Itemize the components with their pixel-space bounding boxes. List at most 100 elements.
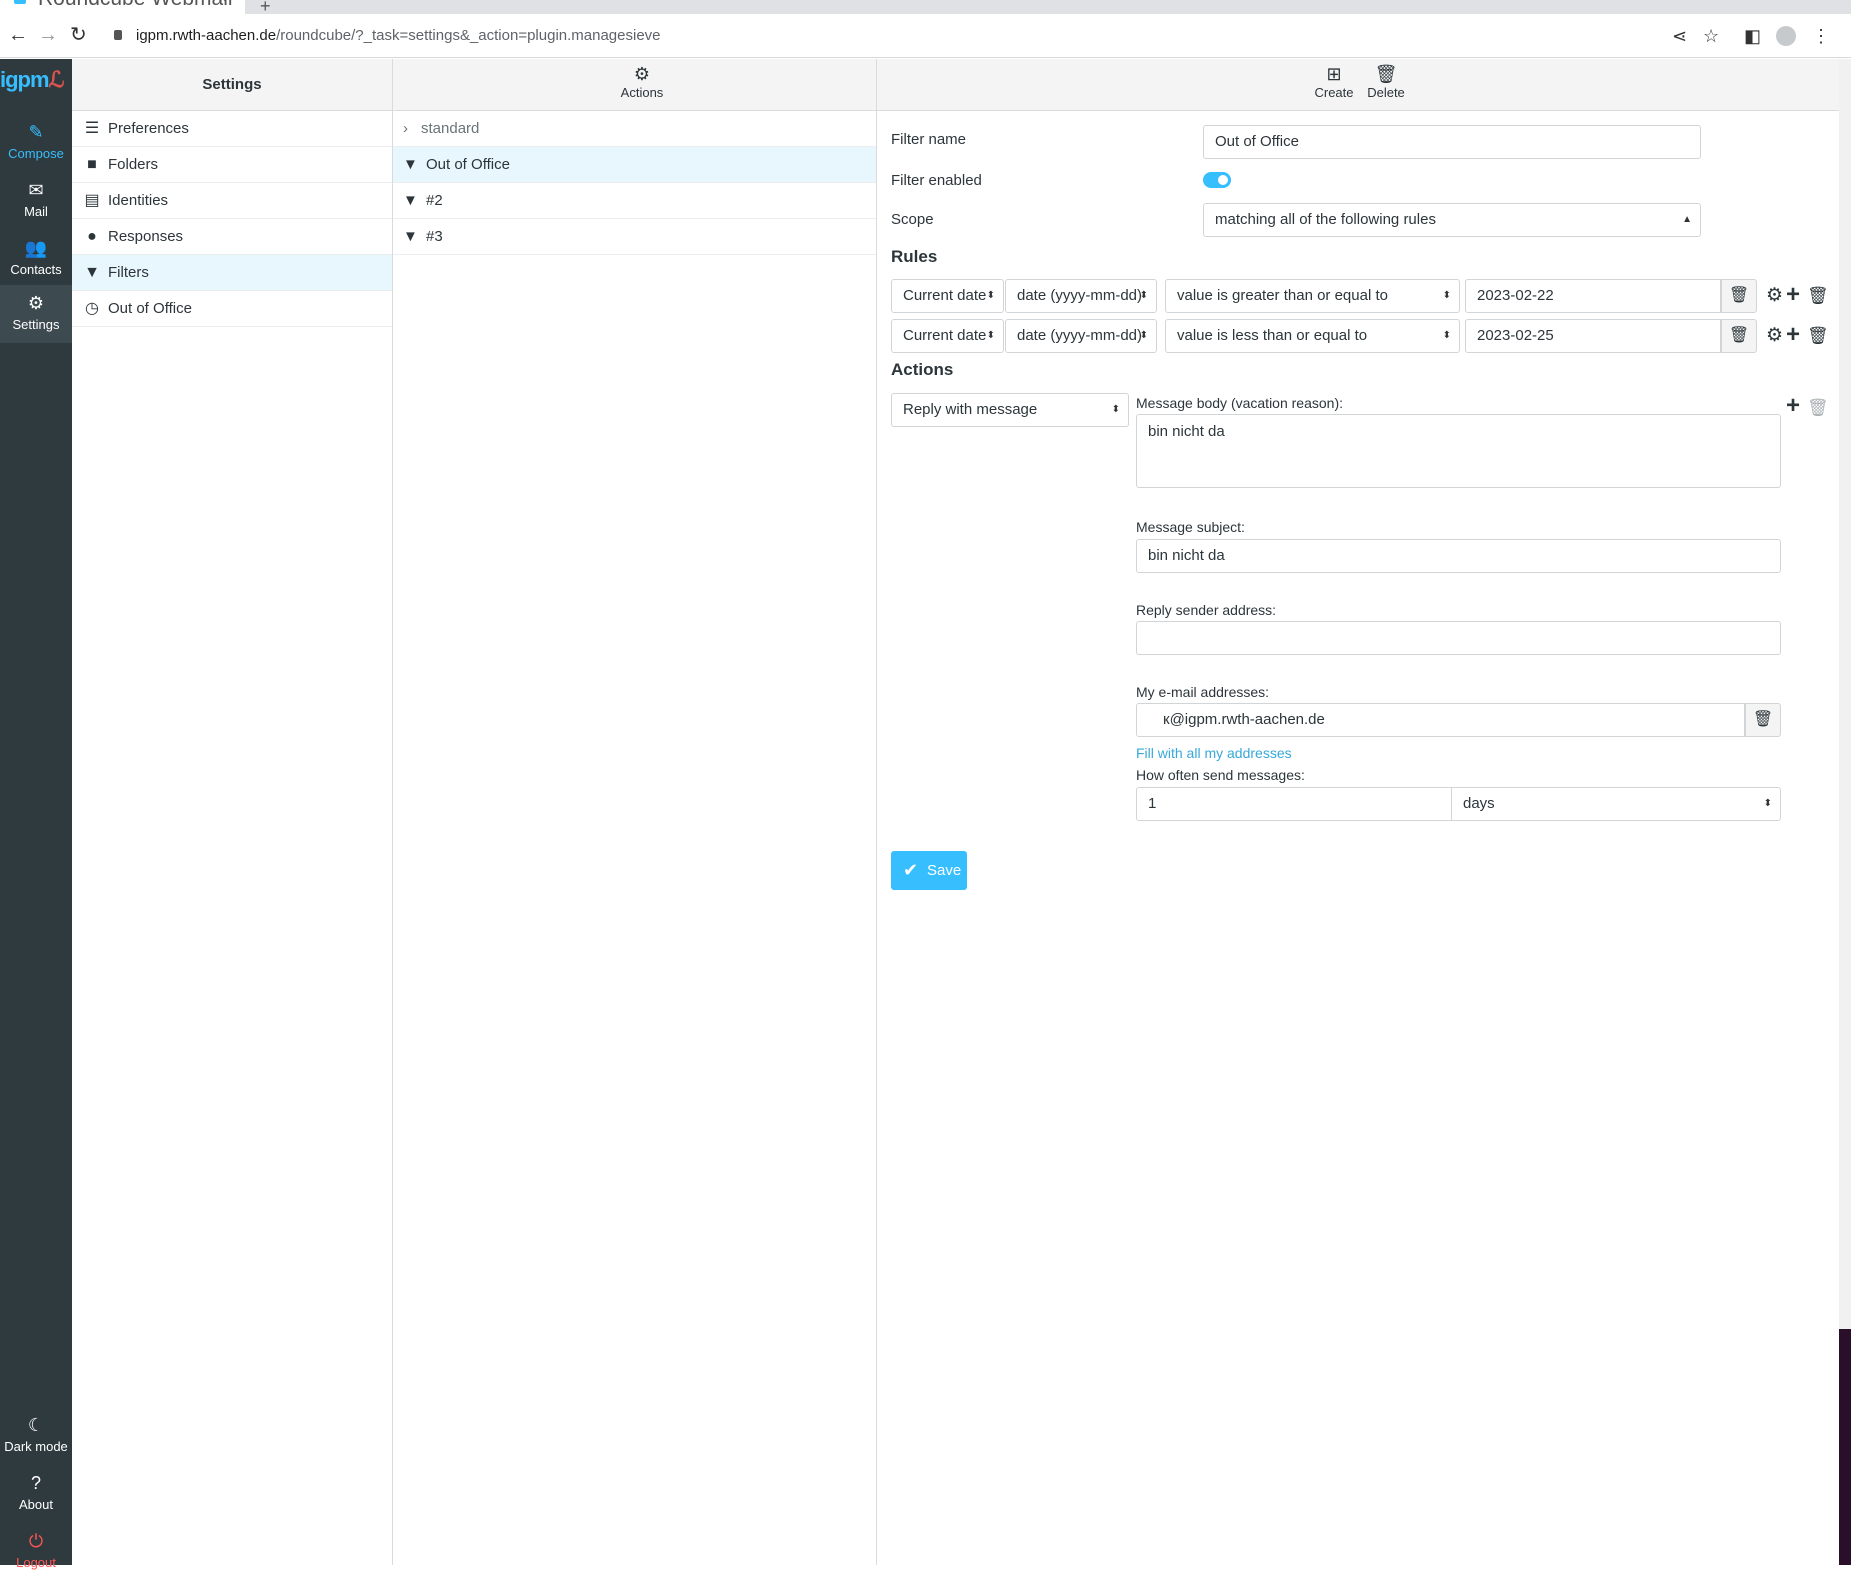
app-sidebar: igpmℒ ✎ Compose ✉ Mail 👥 Contacts ⚙ Sett… xyxy=(0,59,72,1570)
filter-set-standard[interactable]: › standard xyxy=(393,111,876,147)
save-label: Save xyxy=(927,862,962,879)
tab-title: Roundcube Webmail xyxy=(38,0,233,10)
moon-icon: ☾ xyxy=(27,1415,45,1435)
my-address-input[interactable]: к@igpm.rwth-aachen.de xyxy=(1136,703,1745,737)
mail-button[interactable]: ✉ Mail xyxy=(0,172,72,228)
filter-row-out-of-office[interactable]: ▼ Out of Office xyxy=(393,147,876,183)
settings-list: ☰ Preferences ■ Folders ▤ Identities ● Respo… xyxy=(72,111,392,327)
forward-icon[interactable]: → xyxy=(38,24,58,46)
bookmark-star-icon[interactable]: ☆ xyxy=(1703,26,1719,46)
action-type-select[interactable]: Reply with message ⬍ xyxy=(891,393,1129,427)
dark-mode-button[interactable]: ☾ Dark mode xyxy=(0,1407,72,1463)
settings-item-folders[interactable]: ■ Folders xyxy=(72,147,392,183)
rule-2-advanced-gear-icon[interactable]: ⚙ xyxy=(1766,326,1783,346)
trash-icon: 🗑 xyxy=(1752,711,1774,728)
share-icon[interactable]: ⋖ xyxy=(1672,26,1687,46)
filter-name-label: Filter name xyxy=(891,131,967,148)
toggle-knob xyxy=(1218,175,1228,185)
lock-icon[interactable] xyxy=(114,30,122,40)
create-button[interactable]: ⊞ Create xyxy=(1310,63,1358,100)
settings-item-responses[interactable]: ● Responses xyxy=(72,219,392,255)
trash-icon: 🗑 xyxy=(1728,287,1750,304)
settings-panel: Settings ☰ Preferences ■ Folders ▤ Identiti… xyxy=(72,59,393,1565)
filters-list: › standard ▼ Out of Office ▼ #2 ▼ #3 xyxy=(393,111,876,255)
filter-set-label: standard xyxy=(421,120,480,137)
how-often-unit-select[interactable]: days ⬍ xyxy=(1451,787,1781,821)
select-arrows-icon: ⬍ xyxy=(1139,290,1148,301)
rule-2-header-select[interactable]: Current date ⬍ xyxy=(891,319,1004,353)
rule-2-add-icon[interactable]: + xyxy=(1786,323,1800,347)
folder-icon: ■ xyxy=(87,156,97,173)
filter-row-3[interactable]: ▼ #3 xyxy=(393,219,876,255)
close-tab-icon[interactable]: × xyxy=(218,0,227,6)
rule-2-delete-icon[interactable]: 🗑 xyxy=(1807,326,1829,346)
fill-all-addresses-link[interactable]: Fill with all my addresses xyxy=(1136,745,1292,761)
logout-button[interactable]: ⏻ Logout xyxy=(0,1523,72,1579)
app-logo[interactable]: igpmℒ xyxy=(0,67,64,93)
how-often-input[interactable]: 1 xyxy=(1136,787,1452,821)
settings-item-identities[interactable]: ▤ Identities xyxy=(72,183,392,219)
rule-2-value-input[interactable]: 2023-02-25 xyxy=(1465,319,1721,353)
browser-menu-icon[interactable]: ⋮ xyxy=(1812,26,1830,46)
rule-1-value-delete-button[interactable]: 🗑 xyxy=(1721,279,1757,313)
settings-item-filters[interactable]: ▼ Filters xyxy=(72,255,392,291)
rule-type-value: date (yyyy-mm-dd) xyxy=(1017,287,1143,304)
delete-button[interactable]: 🗑 Delete xyxy=(1362,63,1410,100)
my-address-delete-button[interactable]: 🗑 xyxy=(1745,703,1781,737)
message-subject-input[interactable]: bin nicht da xyxy=(1136,539,1781,573)
browser-tabstrip: Roundcube Webmail × + xyxy=(0,0,1851,14)
rule-header-value: Current date xyxy=(903,287,987,304)
rule-2-operator-select[interactable]: value is less than or equal to ⬍ xyxy=(1165,319,1460,353)
action-delete-icon[interactable]: 🗑 xyxy=(1807,398,1829,418)
rule-1-advanced-gear-icon[interactable]: ⚙ xyxy=(1766,286,1783,306)
settings-item-label: Preferences xyxy=(108,120,189,137)
actions-menu-button[interactable]: ⚙ Actions xyxy=(612,63,672,100)
scope-select[interactable]: matching all of the following rules ▲ xyxy=(1203,203,1701,237)
address-bar[interactable]: igpm.rwth-aachen.de/roundcube/?_task=set… xyxy=(136,27,661,45)
browser-tab[interactable]: Roundcube Webmail × xyxy=(0,0,245,14)
page-scrollbar[interactable] xyxy=(1839,59,1851,1565)
compose-button[interactable]: ✎ Compose xyxy=(0,114,72,170)
rule-1-delete-icon[interactable]: 🗑 xyxy=(1807,286,1829,306)
save-button[interactable]: ✔ Save xyxy=(891,851,967,890)
url-domain: igpm.rwth-aachen.de xyxy=(136,27,277,44)
select-arrows-icon: ⬍ xyxy=(986,290,995,301)
rules-heading: Rules xyxy=(891,247,938,266)
message-body-textarea[interactable]: bin nicht da xyxy=(1136,414,1781,488)
action-type-value: Reply with message xyxy=(903,401,1038,418)
filter-label: #2 xyxy=(426,192,443,209)
rule-1-operator-select[interactable]: value is greater than or equal to ⬍ xyxy=(1165,279,1460,313)
filter-edit-toolbar: ⊞ Create 🗑 Delete xyxy=(877,59,1839,111)
settings-item-label: Responses xyxy=(108,228,184,245)
filter-name-input[interactable]: Out of Office xyxy=(1203,125,1701,159)
compose-icon: ✎ xyxy=(28,122,44,142)
filter-enabled-toggle[interactable] xyxy=(1203,172,1231,188)
back-icon[interactable]: ← xyxy=(8,24,28,46)
clock-icon: ◷ xyxy=(85,300,99,317)
reload-icon[interactable]: ↻ xyxy=(70,24,87,46)
rule-1-add-icon[interactable]: + xyxy=(1786,283,1800,307)
rule-1-value-input[interactable]: 2023-02-22 xyxy=(1465,279,1721,313)
profile-avatar[interactable] xyxy=(1776,26,1796,46)
contacts-label: Contacts xyxy=(10,262,62,277)
side-panel-icon[interactable]: ◧ xyxy=(1744,26,1761,46)
action-add-icon[interactable]: + xyxy=(1786,394,1800,418)
about-button[interactable]: ? About xyxy=(0,1465,72,1521)
rule-1-type-select[interactable]: date (yyyy-mm-dd) ⬍ xyxy=(1005,279,1157,313)
question-icon: ? xyxy=(30,1473,41,1493)
filter-edit-panel: ⊞ Create 🗑 Delete Filter name Out of Off… xyxy=(877,59,1839,1565)
rule-2-type-select[interactable]: date (yyyy-mm-dd) ⬍ xyxy=(1005,319,1157,353)
contacts-button[interactable]: 👥 Contacts xyxy=(0,230,72,286)
check-icon: ✔ xyxy=(903,860,919,880)
settings-item-out-of-office[interactable]: ◷ Out of Office xyxy=(72,291,392,327)
settings-item-preferences[interactable]: ☰ Preferences xyxy=(72,111,392,147)
filter-row-2[interactable]: ▼ #2 xyxy=(393,183,876,219)
select-arrows-icon: ⬍ xyxy=(1442,290,1451,301)
reply-sender-input[interactable] xyxy=(1136,621,1781,655)
rule-2-value-delete-button[interactable]: 🗑 xyxy=(1721,319,1757,353)
settings-button[interactable]: ⚙ Settings xyxy=(0,285,72,343)
filter-icon: ▼ xyxy=(403,156,418,173)
new-tab-icon[interactable]: + xyxy=(260,0,271,14)
message-body-label: Message body (vacation reason): xyxy=(1136,395,1343,411)
rule-1-header-select[interactable]: Current date ⬍ xyxy=(891,279,1004,313)
